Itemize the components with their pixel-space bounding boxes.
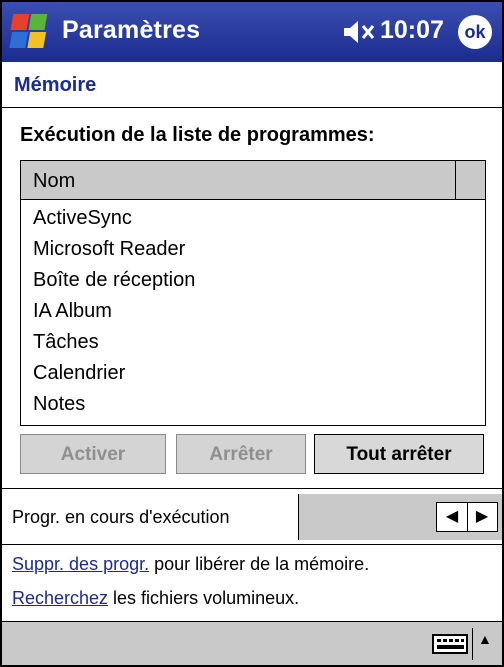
arrow-left-icon[interactable]: ◀ [437, 503, 468, 531]
windows-flag-icon[interactable] [8, 10, 54, 54]
list-item[interactable]: Calendrier [33, 358, 195, 389]
remove-programs-line: Suppr. des progr. pour libérer de la mém… [12, 554, 369, 575]
speaker-muted-icon[interactable] [342, 18, 376, 46]
scroll-arrows: ◀ ▶ [436, 502, 498, 532]
remove-programs-text: pour libérer de la mémoire. [149, 554, 370, 574]
program-list[interactable]: Nom ActiveSync Microsoft Reader Boîte de… [20, 160, 486, 426]
list-item[interactable]: Boîte de réception [33, 265, 195, 296]
search-files-text: les fichiers volumineux. [108, 588, 300, 608]
list-items: ActiveSync Microsoft Reader Boîte de réc… [33, 203, 195, 420]
divider [2, 488, 502, 489]
section-label: Exécution de la liste de programmes: [20, 124, 375, 146]
running-programs-label: Progr. en cours d'exécution [12, 507, 230, 527]
column-separator[interactable] [455, 161, 456, 199]
clock[interactable]: 10:07 [380, 16, 444, 45]
header-divider [2, 107, 502, 108]
ok-button[interactable]: ok [458, 15, 492, 49]
stop-all-button[interactable]: Tout arrêter [314, 434, 484, 474]
keyboard-icon[interactable] [432, 634, 468, 654]
title-bar: Paramètres 10:07 ok [2, 2, 502, 62]
list-item[interactable]: Notes [33, 389, 195, 420]
stop-button[interactable]: Arrêter [176, 434, 306, 474]
arrow-up-icon[interactable]: ▲ [478, 631, 492, 647]
remove-programs-link[interactable]: Suppr. des progr. [12, 554, 149, 574]
list-item[interactable]: ActiveSync [33, 203, 195, 234]
search-files-line: Recherchez les fichiers volumineux. [12, 588, 299, 609]
list-item[interactable]: IA Album [33, 296, 195, 327]
list-item[interactable]: Tâches [33, 327, 195, 358]
search-files-link[interactable]: Recherchez [12, 588, 108, 608]
activate-button[interactable]: Activer [20, 434, 166, 474]
page-title: Mémoire [14, 74, 97, 96]
app-title: Paramètres [62, 16, 201, 44]
divider [2, 544, 502, 545]
window: Paramètres 10:07 ok Mémoire Exécution de… [0, 0, 504, 667]
bottom-toolbar: ▲ [2, 621, 502, 665]
arrow-right-icon[interactable]: ▶ [467, 503, 497, 531]
list-item[interactable]: Microsoft Reader [33, 234, 195, 265]
list-header: Nom [21, 161, 485, 200]
column-header-nom[interactable]: Nom [33, 170, 75, 193]
toolbar-separator [472, 628, 473, 660]
